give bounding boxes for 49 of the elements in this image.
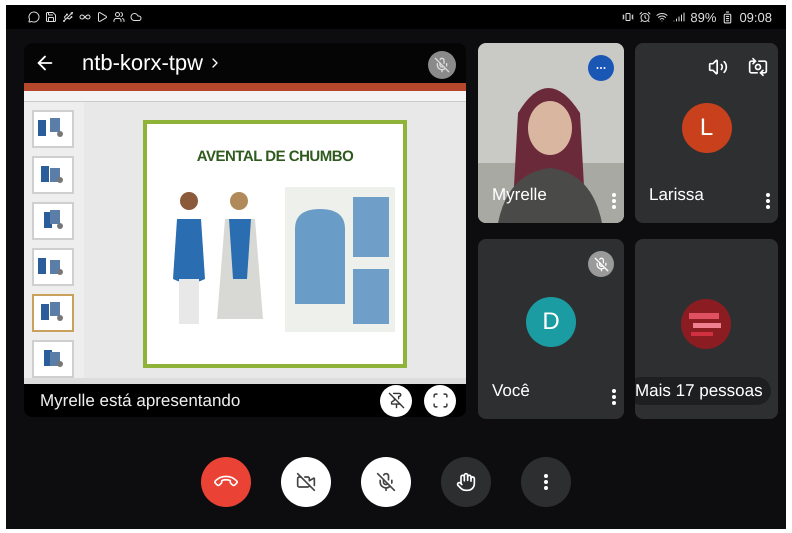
vibrate-icon [622, 11, 634, 23]
alarm-icon [639, 11, 652, 23]
fullscreen-icon [432, 392, 448, 410]
raise-hand-button[interactable] [441, 457, 491, 507]
more-icon [766, 193, 770, 209]
camera-toggle-button[interactable] [281, 457, 331, 507]
speaker-button[interactable] [708, 57, 728, 77]
fullscreen-button[interactable] [424, 384, 456, 417]
slide-thumbnail[interactable] [32, 294, 74, 332]
participant-tile[interactable]: Mais 17 pessoas [635, 239, 778, 419]
notification-icon [130, 11, 142, 23]
unpin-button[interactable] [380, 384, 412, 417]
participant-name: Você [492, 381, 530, 401]
hand-icon [456, 472, 476, 492]
pin-off-icon [388, 392, 404, 410]
more-icon [544, 474, 548, 490]
participant-name: Myrelle [492, 185, 547, 205]
meeting-code[interactable]: ntb-korx-tpw [82, 50, 204, 76]
notification-icon [96, 11, 108, 23]
battery-percent: 89% [690, 10, 716, 24]
more-icon [612, 389, 616, 405]
switch-camera-icon [748, 57, 768, 77]
presenter-caption: Myrelle está apresentando [40, 390, 242, 411]
avatar: D [526, 297, 576, 347]
switch-camera-button[interactable] [748, 57, 768, 77]
notification-icon [28, 11, 40, 23]
participant-name: Larissa [649, 185, 704, 205]
slide-title: AVENTAL DE CHUMBO [196, 148, 354, 166]
slide-thumbnail[interactable] [32, 248, 74, 286]
battery-icon [721, 10, 734, 24]
notification-icon [62, 11, 74, 23]
slide-thumbnail[interactable] [32, 202, 74, 240]
more-options-button[interactable] [612, 389, 616, 405]
more-icon [612, 193, 616, 209]
clock: 09:08 [739, 10, 772, 24]
notification-icon [113, 11, 125, 23]
notification-icon [45, 11, 57, 23]
more-people-label[interactable]: Mais 17 pessoas [635, 377, 771, 405]
slide-thumbnail[interactable] [32, 340, 74, 378]
end-call-button[interactable] [201, 457, 251, 507]
microphone-toggle-button[interactable] [361, 457, 411, 507]
signal-icon [673, 11, 686, 23]
slide-thumbnail[interactable] [32, 110, 74, 148]
speaker-icon [708, 57, 728, 77]
mic-off-icon [376, 472, 396, 492]
slide-thumbnail[interactable] [32, 156, 74, 194]
more-options-button[interactable] [766, 193, 770, 209]
camera-off-icon [296, 472, 316, 492]
avatar: L [682, 103, 732, 153]
